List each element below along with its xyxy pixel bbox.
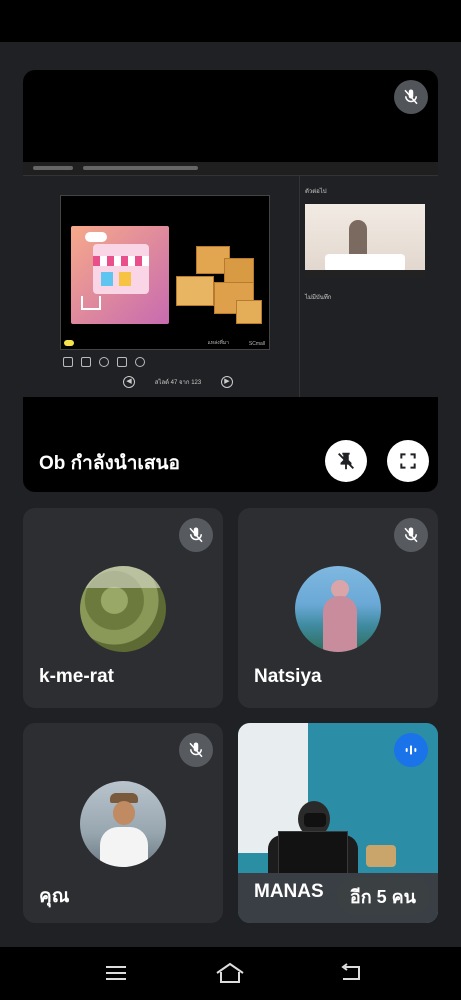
presentation-tile[interactable]: SCmall แหล่งที่มา ◀ สไลด์ 47 จาก 123 ▶ ต… xyxy=(23,70,438,492)
shared-app-toolbar xyxy=(23,162,438,176)
next-slide-title: ตัวต่อไป xyxy=(305,189,327,195)
system-nav-bar xyxy=(0,947,461,1000)
presenter-name: Ob กำลังนำเสนอ xyxy=(39,453,180,474)
participant-name: Natsiya xyxy=(254,666,322,687)
recent-apps-icon[interactable] xyxy=(100,959,132,987)
participant-name: k-me-rat xyxy=(39,666,114,687)
mic-off-icon xyxy=(179,518,213,552)
slide-footer-right: SCmall xyxy=(248,341,265,347)
unpin-icon xyxy=(338,452,354,470)
current-slide: SCmall แหล่งที่มา xyxy=(60,195,270,350)
previous-slide-button[interactable]: ◀ xyxy=(123,376,135,388)
participant-tile[interactable]: k-me-rat xyxy=(23,508,223,708)
home-icon[interactable] xyxy=(214,959,246,987)
speaking-indicator-icon xyxy=(394,733,428,767)
more-options-icon[interactable] xyxy=(135,357,145,367)
avatar xyxy=(80,566,166,652)
shop-illustration xyxy=(71,226,169,324)
mic-off-icon xyxy=(394,80,428,114)
mic-off-icon xyxy=(179,733,213,767)
avatar xyxy=(295,566,381,652)
next-slide-button[interactable]: ▶ xyxy=(221,376,233,388)
slide-footer-left: แหล่งที่มา xyxy=(207,340,229,346)
back-icon[interactable] xyxy=(334,959,366,987)
pen-icon[interactable] xyxy=(63,357,73,367)
zoom-icon[interactable] xyxy=(99,357,109,367)
fullscreen-icon xyxy=(400,453,416,469)
participant-name: คุณ xyxy=(39,886,70,907)
avatar xyxy=(80,781,166,867)
participant-name: MANAS xyxy=(254,881,324,902)
slide-navigator: ◀ สไลด์ 47 จาก 123 ▶ xyxy=(123,374,233,390)
participant-tile-self[interactable]: คุณ xyxy=(23,723,223,923)
shared-screen: SCmall แหล่งที่มา ◀ สไลด์ 47 จาก 123 ▶ ต… xyxy=(23,162,438,397)
slide-counter: สไลด์ 47 จาก 123 xyxy=(154,380,202,386)
participant-tile[interactable]: Natsiya xyxy=(238,508,438,708)
boxes-illustration xyxy=(176,246,264,331)
participant-tile-speaking[interactable]: MANAS อีก 5 คน xyxy=(238,723,438,923)
screen-icon[interactable] xyxy=(117,357,127,367)
presenter-tools xyxy=(63,357,145,367)
status-bar xyxy=(0,0,461,42)
mic-off-icon xyxy=(394,518,428,552)
grid-icon[interactable] xyxy=(81,357,91,367)
next-slide-thumbnail xyxy=(305,204,425,278)
more-participants-button[interactable]: อีก 5 คน xyxy=(335,877,430,915)
meeting-grid: SCmall แหล่งที่มา ◀ สไลด์ 47 จาก 123 ▶ ต… xyxy=(0,42,461,947)
fullscreen-button[interactable] xyxy=(387,440,429,482)
notes-caption: ไม่มีบันทึก xyxy=(305,295,332,301)
unpin-button[interactable] xyxy=(325,440,367,482)
